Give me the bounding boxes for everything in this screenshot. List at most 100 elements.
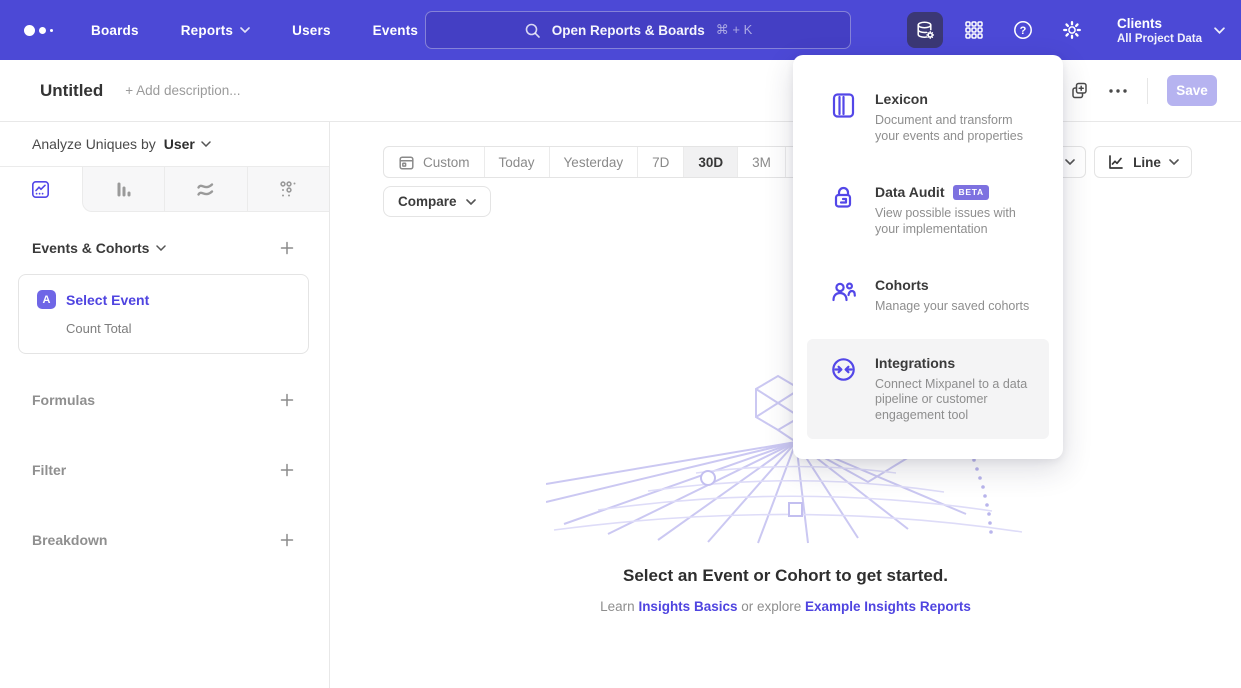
- nav-item-reports[interactable]: Reports: [181, 23, 250, 38]
- plus-icon: [280, 463, 294, 477]
- menu-item-description: View possible issues with your implement…: [875, 206, 1039, 237]
- help-icon: ?: [1012, 19, 1034, 41]
- nav-item-label: Reports: [181, 23, 233, 38]
- calendar-icon: [398, 154, 415, 171]
- lexicon-book-icon: [830, 91, 858, 144]
- menu-item-cohorts[interactable]: Cohorts Manage your saved cohorts: [807, 261, 1049, 331]
- menu-item-description: Manage your saved cohorts: [875, 299, 1029, 315]
- svg-text:?: ?: [1020, 25, 1027, 37]
- compare-label: Compare: [398, 194, 457, 209]
- plus-icon: [280, 241, 294, 255]
- duplicate-button[interactable]: [1070, 81, 1089, 100]
- date-range-3m[interactable]: 3M: [737, 147, 785, 177]
- top-nav-right: ? Clients All Project Data: [907, 0, 1225, 60]
- date-range-label: 3M: [752, 155, 771, 170]
- nav-item-users[interactable]: Users: [292, 23, 331, 38]
- more-options-button[interactable]: [1108, 88, 1128, 94]
- query-sidebar: Analyze Uniques by User: [0, 122, 330, 688]
- scatter-tab-icon: [278, 179, 299, 200]
- menu-item-lexicon[interactable]: Lexicon Document and transform your even…: [807, 75, 1049, 160]
- menu-item-description: Connect Mixpanel to a data pipeline or c…: [875, 377, 1039, 424]
- plus-icon: [280, 393, 294, 407]
- line-chart-icon: [1107, 153, 1125, 171]
- analyze-label: Analyze Uniques by: [32, 136, 156, 152]
- tab-scatter-chart[interactable]: [247, 167, 330, 212]
- chart-area: Custom Today Yesterday 7D 30D 3M 6M Line…: [330, 122, 1241, 688]
- chevron-down-icon: [240, 27, 250, 33]
- menu-item-integrations[interactable]: Integrations Connect Mixpanel to a data …: [807, 339, 1049, 440]
- breakdown-label: Breakdown: [32, 532, 107, 548]
- mixpanel-logo[interactable]: [24, 25, 53, 36]
- flow-tab-icon: [195, 179, 216, 200]
- nav-item-boards[interactable]: Boards: [91, 23, 139, 38]
- menu-item-title: Lexicon: [875, 91, 928, 107]
- date-range-yesterday[interactable]: Yesterday: [549, 147, 638, 177]
- project-selector[interactable]: Clients All Project Data: [1117, 16, 1225, 45]
- formulas-section: Formulas: [32, 391, 296, 409]
- help-button[interactable]: ?: [1005, 12, 1041, 48]
- select-event-button[interactable]: Select Event: [66, 292, 149, 308]
- date-range-control: Custom Today Yesterday 7D 30D 3M 6M: [383, 146, 834, 178]
- date-range-30d[interactable]: 30D: [683, 147, 737, 177]
- count-total-selector[interactable]: Count Total: [66, 321, 308, 336]
- tab-flow-chart[interactable]: [164, 167, 247, 212]
- duplicate-icon: [1070, 81, 1089, 100]
- report-title[interactable]: Untitled: [40, 81, 103, 101]
- tab-insights-line[interactable]: [0, 167, 82, 212]
- date-range-label: Yesterday: [564, 155, 624, 170]
- chevron-down-icon: [1065, 159, 1075, 165]
- date-range-today[interactable]: Today: [484, 147, 549, 177]
- events-cohorts-section: Events & Cohorts: [32, 239, 296, 257]
- breakdown-section: Breakdown: [32, 531, 296, 549]
- menu-item-title: Integrations: [875, 355, 955, 371]
- grid-icon: [963, 19, 985, 41]
- analyze-by-value: User: [164, 136, 195, 152]
- line-chart-tab-icon: [30, 179, 51, 200]
- chevron-down-icon: [156, 245, 166, 251]
- search-icon: [524, 22, 541, 39]
- nav-item-events[interactable]: Events: [373, 23, 418, 38]
- add-filter-button[interactable]: [278, 461, 296, 479]
- data-management-button[interactable]: [907, 12, 943, 48]
- empty-state-subtext: Learn Insights Basics or explore Example…: [600, 599, 971, 614]
- formulas-label: Formulas: [32, 392, 95, 408]
- compare-dropdown[interactable]: Compare: [383, 186, 491, 217]
- divider: [1147, 78, 1148, 104]
- top-nav-menu: Boards Reports Users Events: [91, 23, 418, 38]
- subtext-middle: or explore: [737, 599, 805, 614]
- chevron-down-icon: [1214, 27, 1225, 34]
- database-gear-icon: [914, 19, 936, 41]
- apps-grid-button[interactable]: [956, 12, 992, 48]
- beta-badge: BETA: [953, 185, 988, 200]
- event-card[interactable]: A Select Event Count Total: [18, 274, 309, 354]
- example-insights-reports-link[interactable]: Example Insights Reports: [805, 599, 971, 614]
- add-description-field[interactable]: + Add description...: [125, 83, 240, 98]
- chart-type-dropdown[interactable]: Line: [1094, 146, 1192, 178]
- add-event-button[interactable]: [278, 239, 296, 257]
- empty-state-heading: Select an Event or Cohort to get started…: [623, 566, 948, 586]
- nav-item-label: Events: [373, 23, 418, 38]
- org-name: Clients: [1117, 16, 1202, 31]
- add-formula-button[interactable]: [278, 391, 296, 409]
- search-shortcut: ⌘ + K: [716, 22, 753, 38]
- gear-icon: [1061, 19, 1083, 41]
- search-placeholder: Open Reports & Boards: [552, 23, 705, 38]
- menu-item-data-audit[interactable]: Data Audit BETA View possible issues wit…: [807, 168, 1049, 253]
- settings-button[interactable]: [1054, 12, 1090, 48]
- global-search[interactable]: Open Reports & Boards ⌘ + K: [425, 11, 851, 49]
- add-breakdown-button[interactable]: [278, 531, 296, 549]
- date-range-7d[interactable]: 7D: [637, 147, 683, 177]
- nav-item-label: Boards: [91, 23, 139, 38]
- empty-state: Select an Event or Cohort to get started…: [330, 372, 1241, 614]
- analyze-by-dropdown[interactable]: User: [164, 136, 211, 152]
- events-cohorts-header[interactable]: Events & Cohorts: [32, 240, 166, 256]
- save-button[interactable]: Save: [1167, 75, 1217, 106]
- nav-item-label: Users: [292, 23, 331, 38]
- report-header-actions: Save: [1070, 75, 1217, 106]
- chevron-down-icon: [1169, 159, 1179, 165]
- date-range-custom[interactable]: Custom: [384, 147, 484, 177]
- tab-bar-chart[interactable]: [82, 167, 165, 212]
- menu-item-title: Data Audit: [875, 184, 944, 200]
- insights-basics-link[interactable]: Insights Basics: [638, 599, 737, 614]
- filter-section: Filter: [32, 461, 296, 479]
